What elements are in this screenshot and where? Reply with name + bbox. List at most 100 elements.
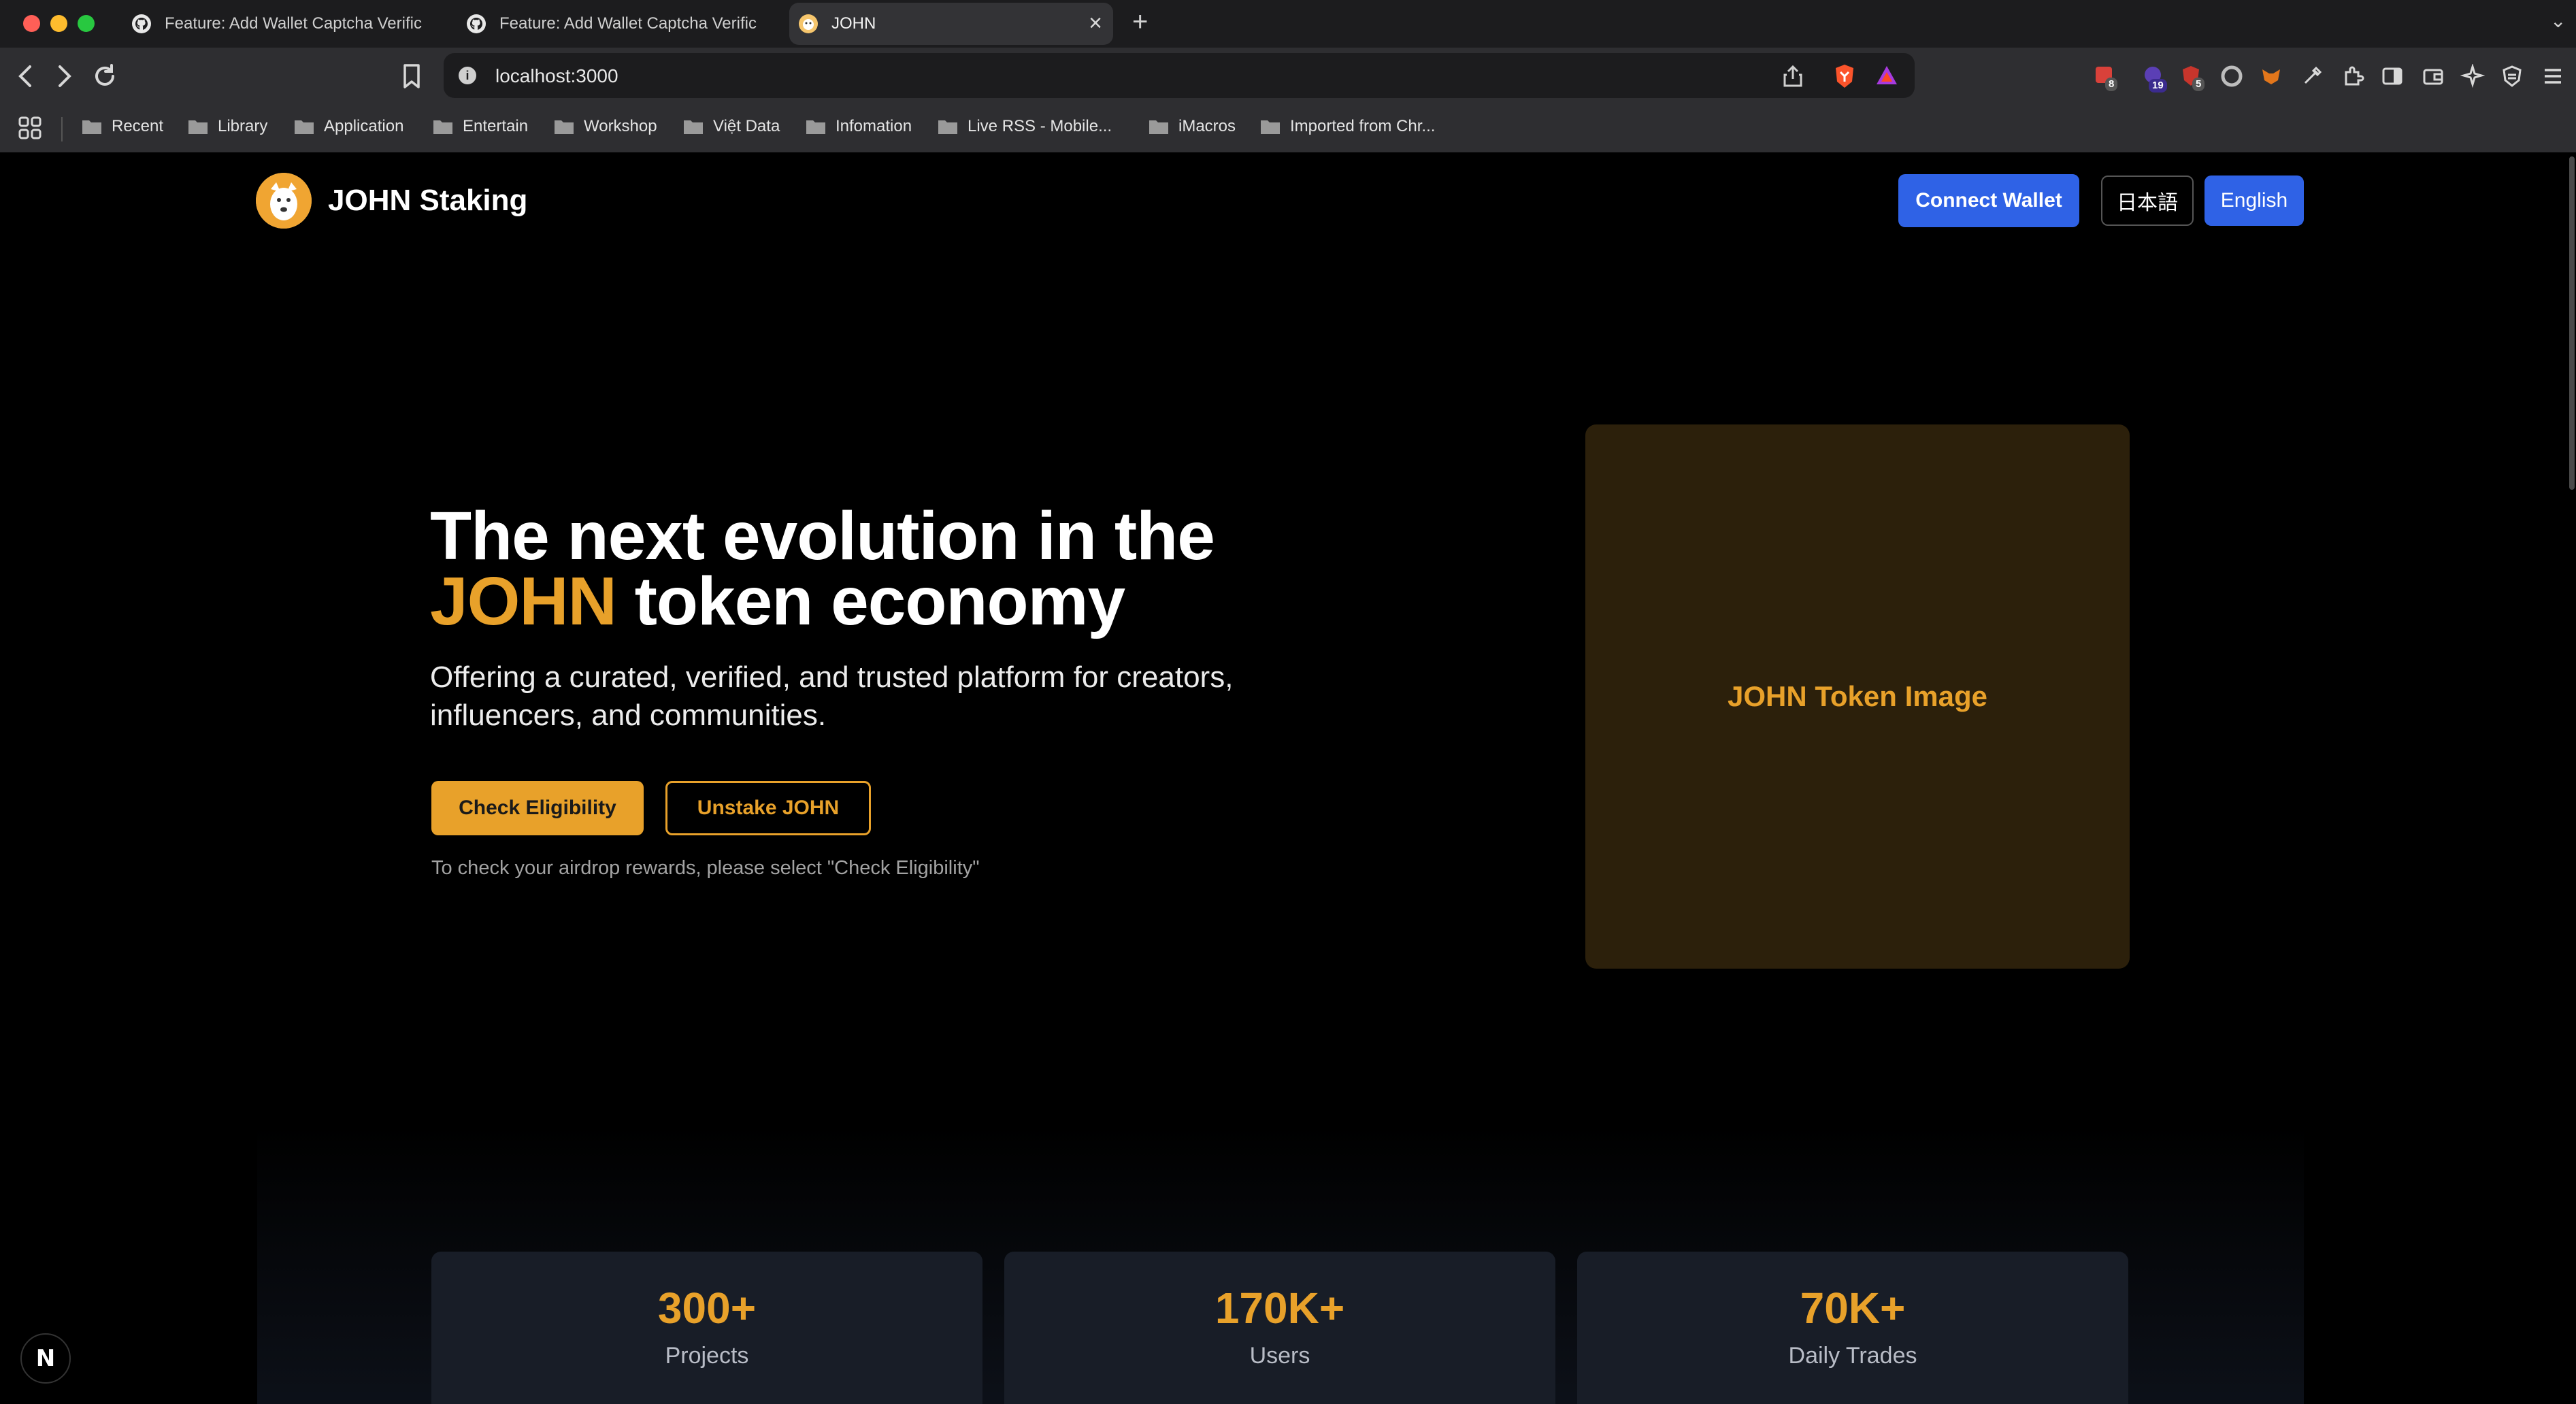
bookmark-folder-imported[interactable]: Imported from Chr... [1260, 117, 1435, 136]
stat-value: 170K+ [1215, 1284, 1345, 1333]
url-text[interactable]: localhost:3000 [495, 65, 618, 87]
nextjs-dev-indicator[interactable]: N [20, 1333, 71, 1384]
vpn-shield-icon[interactable] [2500, 64, 2524, 88]
hero-subtitle: Offering a curated, verified, and truste… [430, 661, 1234, 732]
stat-value: 70K+ [1800, 1284, 1906, 1333]
bookmark-label: Workshop [584, 117, 657, 135]
brave-rewards-icon[interactable] [1874, 63, 1900, 88]
bookmark-folder-infomation[interactable]: Infomation [806, 117, 912, 136]
folder-icon [938, 120, 957, 134]
bookmark-folder-live-rss[interactable]: Live RSS - Mobile... [938, 117, 1112, 136]
folder-icon [806, 120, 825, 134]
bookmark-page-icon[interactable] [400, 63, 423, 90]
tab-label: Feature: Add Wallet Captcha Verific [499, 14, 757, 33]
extensions-puzzle-icon[interactable] [2341, 64, 2365, 88]
stat-card-users: 170K+ Users [1004, 1252, 1555, 1404]
stat-label: Projects [665, 1343, 749, 1369]
bookmark-label: Recent [112, 117, 164, 135]
folder-icon [1149, 120, 1168, 134]
eligibility-hint: To check your airdrop rewards, please se… [431, 857, 980, 879]
stat-value: 300+ [657, 1284, 757, 1333]
john-token-image: JOHN Token Image [1585, 424, 2130, 969]
stat-card-projects: 300+ Projects [431, 1252, 982, 1404]
tab-list-chevron-icon[interactable]: ⌄ [2550, 10, 2566, 32]
folder-icon [684, 120, 703, 134]
folder-icon [295, 120, 314, 134]
site-info-icon[interactable]: i [459, 67, 476, 84]
bookmark-label: Infomation [836, 117, 912, 135]
unstake-john-button[interactable]: Unstake JOHN [665, 781, 871, 835]
minimize-window-button[interactable] [50, 15, 67, 32]
hero-title-highlight: JOHN [430, 563, 617, 639]
extension-shield-icon[interactable]: 5 [2180, 64, 2205, 91]
browser-tab-bar: Feature: Add Wallet Captcha Verific Feat… [0, 0, 2576, 48]
close-window-button[interactable] [23, 15, 40, 32]
github-icon [467, 14, 486, 33]
stat-card-daily-trades: 70K+ Daily Trades [1577, 1252, 2128, 1404]
close-tab-icon[interactable]: × [1089, 11, 1102, 35]
eyedropper-icon[interactable] [2300, 64, 2324, 88]
tab-label: JOHN [831, 14, 876, 33]
bookmark-folder-entertain[interactable]: Entertain [433, 117, 528, 136]
bookmark-label: Entertain [463, 117, 529, 135]
wallet-icon[interactable] [2421, 64, 2445, 88]
stat-label: Daily Trades [1788, 1343, 1917, 1369]
share-icon[interactable] [1781, 64, 1804, 88]
dog-mascot-icon [256, 173, 312, 229]
browser-toolbar: i localhost:3000 8 19 5 [0, 48, 2576, 106]
tab-label: Feature: Add Wallet Captcha Verific [165, 14, 422, 33]
bookmark-label: iMacros [1178, 117, 1236, 135]
bookmark-folder-recent[interactable]: Recent [82, 117, 163, 136]
tab-john[interactable]: JOHN × [789, 3, 1113, 45]
bookmark-label: Live RSS - Mobile... [968, 117, 1112, 135]
extension-red-icon[interactable]: 8 [2093, 64, 2118, 91]
hero-title: The next evolution in the JOHN token econ… [430, 502, 1287, 635]
language-english-button[interactable]: English [2205, 176, 2304, 226]
bookmark-folder-imacros[interactable]: iMacros [1149, 117, 1236, 136]
bookmark-folder-application[interactable]: Application [294, 117, 403, 136]
tab-feature-captcha-1[interactable]: Feature: Add Wallet Captcha Verific [122, 3, 435, 45]
stat-label: Users [1249, 1343, 1310, 1369]
john-logo[interactable] [256, 173, 312, 229]
john-favicon-icon [799, 14, 818, 33]
bookmark-label: Application [324, 117, 404, 135]
bookmark-folder-viet-data[interactable]: Việt Data [683, 117, 780, 136]
maximize-window-button[interactable] [78, 15, 95, 32]
address-bar[interactable]: i localhost:3000 [444, 53, 1915, 98]
hero-title-rest: token economy [616, 563, 1126, 639]
check-eligibility-button[interactable]: Check Eligibility [431, 781, 644, 835]
leo-ai-icon[interactable] [2460, 64, 2485, 88]
extension-purple-icon[interactable]: 19 [2142, 64, 2167, 93]
brave-shields-icon[interactable] [1832, 63, 1857, 90]
sidebar-toggle-icon[interactable] [2380, 64, 2405, 88]
page-scrollbar[interactable] [2569, 156, 2575, 490]
bookmark-label: Library [218, 117, 268, 135]
token-image-label: JOHN Token Image [1728, 680, 1987, 712]
folder-icon [1261, 120, 1280, 134]
bookmarks-bar: Recent Library Application Entertain Wor… [0, 106, 2576, 153]
folder-icon [433, 120, 452, 134]
forward-icon[interactable] [52, 63, 76, 90]
language-japanese-button[interactable]: 日本語 [2101, 176, 2194, 226]
reload-icon[interactable] [91, 63, 118, 90]
tab-feature-captcha-2[interactable]: Feature: Add Wallet Captcha Verific [457, 3, 770, 45]
extension-circle-icon[interactable] [2219, 64, 2244, 88]
back-icon[interactable] [14, 63, 38, 90]
bookmark-label: Imported from Chr... [1290, 117, 1436, 135]
folder-icon [82, 120, 101, 134]
folder-icon [555, 120, 574, 134]
new-tab-button[interactable]: + [1132, 7, 1148, 37]
apps-grid-icon[interactable] [18, 116, 42, 140]
bookmark-separator [61, 117, 63, 141]
brand-title[interactable]: JOHN Staking [328, 184, 527, 218]
bookmark-folder-workshop[interactable]: Workshop [554, 117, 657, 136]
menu-hamburger-icon[interactable] [2541, 64, 2565, 88]
page-viewport: JOHN Staking Connect Wallet 日本語 English … [0, 152, 2576, 1404]
extension-badge: 19 [2149, 79, 2167, 93]
extension-badge: 5 [2192, 78, 2205, 91]
connect-wallet-button[interactable]: Connect Wallet [1898, 174, 2079, 227]
bookmark-label: Việt Data [713, 117, 780, 135]
metamask-fox-icon[interactable] [2259, 64, 2283, 88]
github-icon [132, 14, 151, 33]
bookmark-folder-library[interactable]: Library [188, 117, 267, 136]
